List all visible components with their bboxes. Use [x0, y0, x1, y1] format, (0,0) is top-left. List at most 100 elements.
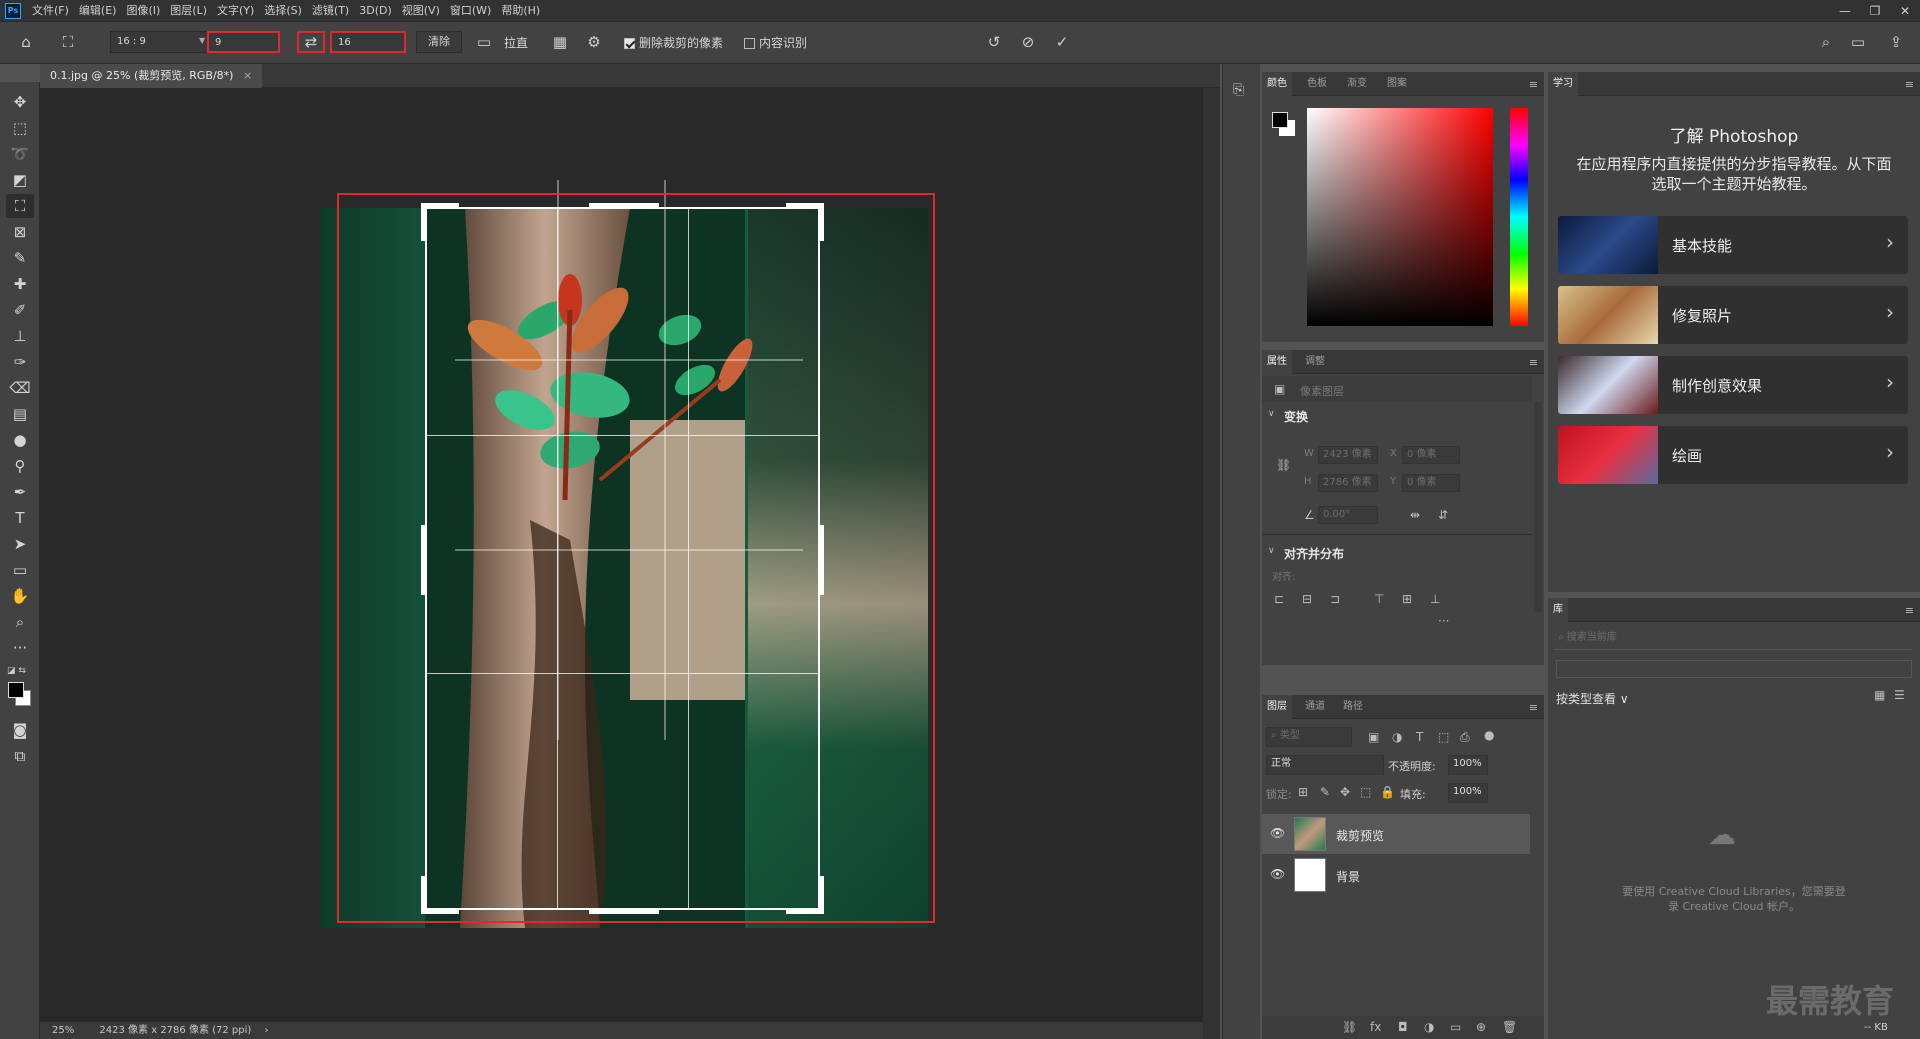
tab-adjustments[interactable]: 调整 — [1300, 350, 1330, 374]
learn-card-painting[interactable]: 绘画 › — [1558, 426, 1908, 484]
angle-field[interactable]: 0.00° — [1318, 506, 1378, 524]
lasso-tool-icon[interactable]: ➰ — [6, 142, 34, 166]
y-field[interactable]: 0 像素 — [1402, 474, 1460, 492]
rectangle-tool-icon[interactable]: ▭ — [6, 558, 34, 582]
color-picker-field[interactable] — [1307, 108, 1493, 326]
menu-window[interactable]: 窗口(W) — [445, 0, 496, 22]
flip-horizontal-icon[interactable]: ⇹ — [1410, 508, 1420, 522]
filter-type-icon[interactable]: T — [1416, 730, 1423, 744]
zoom-tool-icon[interactable]: ⌕ — [6, 610, 34, 634]
lock-all-icon[interactable]: 🔒 — [1380, 785, 1395, 799]
overlay-grid-icon[interactable]: ▦ — [550, 32, 570, 52]
menu-layer[interactable]: 图层(L) — [165, 0, 212, 22]
align-left-icon[interactable]: ⊏ — [1274, 592, 1284, 606]
settings-gear-icon[interactable]: ⚙ — [584, 32, 604, 52]
menu-image[interactable]: 图像(I) — [121, 0, 165, 22]
lock-artboard-icon[interactable]: ⬚ — [1360, 785, 1371, 799]
lock-paint-icon[interactable]: ✎ — [1320, 785, 1330, 799]
dodge-tool-icon[interactable]: ⚲ — [6, 454, 34, 478]
marquee-tool-icon[interactable]: ⬚ — [6, 116, 34, 140]
blur-tool-icon[interactable]: ● — [6, 428, 34, 452]
align-middle-icon[interactable]: ⊞ — [1402, 592, 1412, 606]
grid-view-icon[interactable]: ▦ — [1874, 688, 1885, 702]
crop-handle-bottom-right[interactable] — [786, 876, 824, 914]
layer-name[interactable]: 裁剪预览 — [1336, 827, 1384, 844]
tab-layers[interactable]: 图层 — [1262, 695, 1292, 719]
add-mask-icon[interactable]: ◘ — [1398, 1020, 1408, 1034]
library-select[interactable] — [1556, 660, 1912, 678]
straighten-icon[interactable]: ▭ — [474, 32, 494, 52]
eye-visibility-icon[interactable]: 👁 — [1270, 867, 1285, 881]
close-button[interactable]: ✕ — [1890, 0, 1920, 22]
filter-adjust-icon[interactable]: ◑ — [1392, 730, 1402, 744]
filter-smart-icon[interactable]: ⎙ — [1460, 730, 1470, 745]
learn-card-creative-effects[interactable]: 制作创意效果 › — [1558, 356, 1908, 414]
menu-3d[interactable]: 3D(D) — [354, 0, 397, 22]
hue-slider[interactable] — [1510, 108, 1528, 326]
filter-pixel-icon[interactable]: ▣ — [1368, 730, 1379, 744]
link-layers-icon[interactable]: ⛓ — [1342, 1020, 1357, 1034]
width-field[interactable]: 2423 像素 — [1318, 446, 1378, 464]
flip-vertical-icon[interactable]: ⇵ — [1438, 508, 1448, 522]
share-icon[interactable]: ⇪ — [1886, 32, 1906, 52]
panel-menu-icon[interactable]: ≡ — [1905, 78, 1914, 91]
layer-name[interactable]: 背景 — [1336, 868, 1360, 885]
crop-handle-bottom-left[interactable] — [421, 876, 459, 914]
vertical-scrollbar[interactable] — [1203, 88, 1220, 1039]
checkbox-checked-icon[interactable] — [624, 38, 635, 49]
panel-menu-icon[interactable]: ≡ — [1529, 701, 1538, 714]
crop-handle-top-left[interactable] — [421, 203, 459, 241]
delete-cropped-checkbox[interactable]: 删除裁剪的像素 — [624, 34, 723, 51]
filter-toggle-icon[interactable]: ● — [1484, 728, 1494, 742]
menu-filter[interactable]: 滤镜(T) — [307, 0, 354, 22]
frame-tool-icon[interactable]: ⊠ — [6, 220, 34, 244]
layer-filter-input[interactable]: ⌕ 类型 — [1266, 727, 1352, 747]
history-panel-icon[interactable]: ⎘ — [1233, 82, 1244, 98]
reset-icon[interactable]: ↺ — [984, 32, 1004, 52]
align-center-h-icon[interactable]: ⊟ — [1302, 592, 1312, 606]
workspace-icon[interactable]: ▭ — [1848, 32, 1868, 52]
menu-view[interactable]: 视图(V) — [397, 0, 445, 22]
eyedropper-tool-icon[interactable]: ✎ — [6, 246, 34, 270]
layer-row-background[interactable]: 👁 背景 — [1262, 855, 1530, 895]
gradient-tool-icon[interactable]: ▤ — [6, 402, 34, 426]
eraser-tool-icon[interactable]: ⌫ — [6, 376, 34, 400]
tab-paths[interactable]: 路径 — [1338, 695, 1368, 719]
healing-brush-tool-icon[interactable]: ✚ — [6, 272, 34, 296]
crop-width-input[interactable]: 9 — [207, 31, 280, 53]
tab-properties[interactable]: 属性 — [1262, 350, 1292, 374]
fg-color-swatch[interactable] — [1272, 112, 1288, 128]
list-view-icon[interactable]: ☰ — [1894, 688, 1905, 702]
straighten-label[interactable]: 拉直 — [504, 34, 528, 51]
x-field[interactable]: 0 像素 — [1402, 446, 1460, 464]
align-right-icon[interactable]: ⊐ — [1330, 592, 1340, 606]
crop-tool-preset-icon[interactable]: ⛶ — [58, 32, 78, 52]
adjustment-layer-icon[interactable]: ◑ — [1424, 1020, 1434, 1034]
chevron-down-icon[interactable]: ∨ — [1268, 409, 1275, 419]
opacity-input[interactable]: 100% — [1448, 755, 1488, 775]
chevron-right-icon[interactable]: › — [265, 1025, 269, 1036]
tab-patterns[interactable]: 图案 — [1382, 72, 1412, 96]
close-tab-icon[interactable]: × — [243, 69, 252, 82]
layer-row-crop-preview[interactable]: 👁 裁剪预览 — [1262, 814, 1530, 854]
foreground-color-swatch[interactable] — [8, 682, 24, 698]
crop-height-input[interactable]: 16 — [330, 31, 406, 53]
tab-color[interactable]: 颜色 — [1262, 72, 1292, 96]
tab-swatches[interactable]: 色板 — [1302, 72, 1332, 96]
panel-menu-icon[interactable]: ≡ — [1529, 78, 1538, 91]
align-top-icon[interactable]: ⊤ — [1374, 592, 1384, 606]
clear-button[interactable]: 清除 — [416, 31, 462, 53]
library-search-input[interactable]: ⌕ 搜索当前库 — [1554, 630, 1912, 650]
swap-dimensions-icon[interactable]: ⇄ — [297, 31, 325, 53]
quick-mask-icon[interactable]: ◙ — [6, 718, 34, 742]
move-tool-icon[interactable]: ✥ — [6, 90, 34, 114]
object-select-tool-icon[interactable]: ◩ — [6, 168, 34, 192]
tab-learn[interactable]: 学习 — [1548, 72, 1578, 96]
height-field[interactable]: 2786 像素 — [1318, 474, 1378, 492]
menu-help[interactable]: 帮助(H) — [496, 0, 545, 22]
new-group-icon[interactable]: ▭ — [1450, 1020, 1461, 1034]
tab-channels[interactable]: 通道 — [1300, 695, 1330, 719]
more-options-icon[interactable]: ··· — [1438, 614, 1449, 628]
hand-tool-icon[interactable]: ✋ — [6, 584, 34, 608]
link-icon[interactable]: ⛓ — [1276, 458, 1291, 472]
